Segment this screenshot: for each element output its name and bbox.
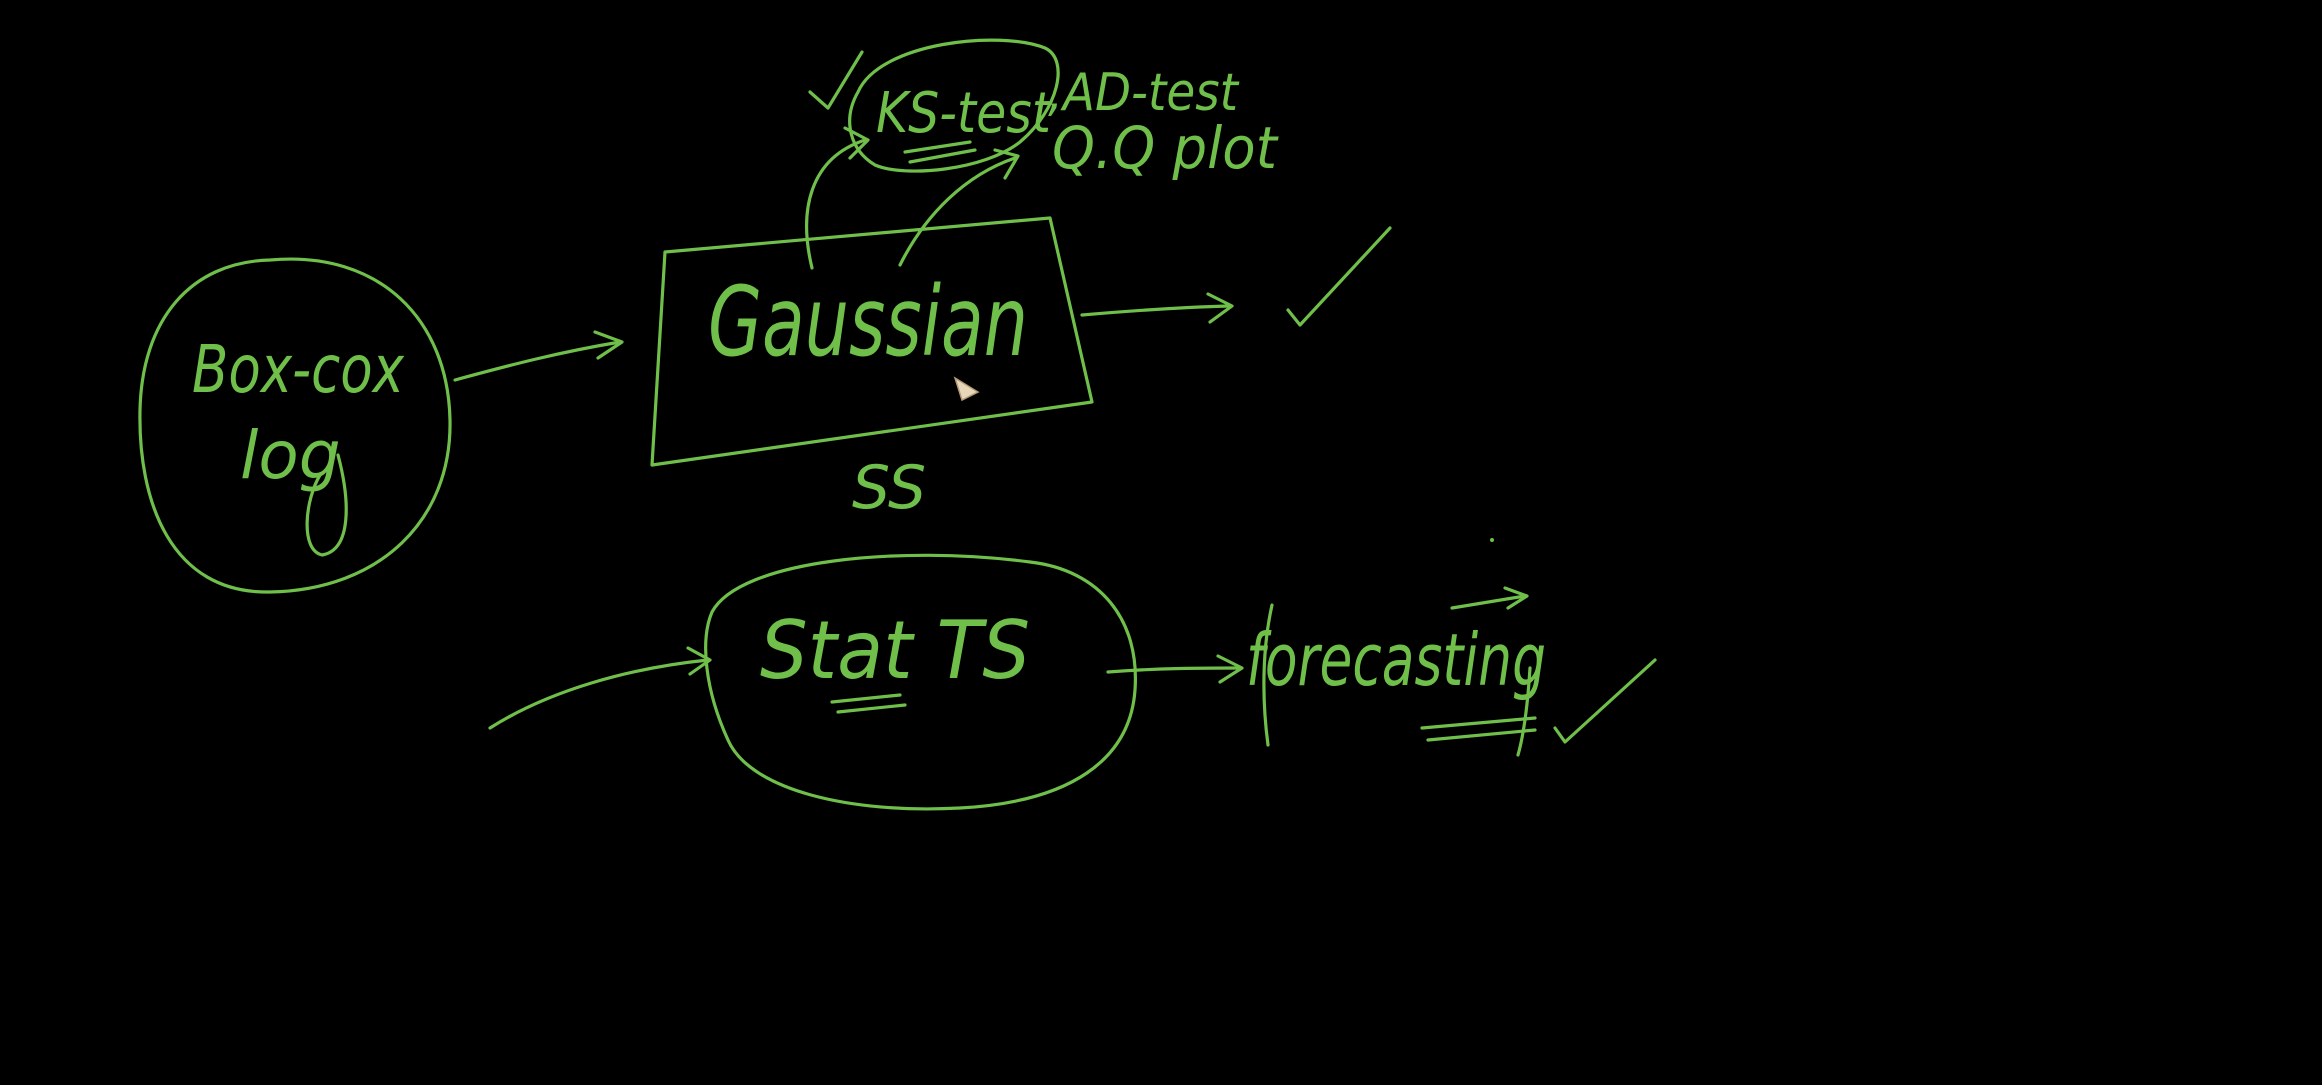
whiteboard-canvas: Box-cox log Gaussian SS KS-test ,AD-test… [0, 0, 2322, 1080]
stat-underline [836, 703, 907, 714]
qq-plot-label: Q.Q plot [1052, 114, 1279, 182]
forecasting-label: forecasting [1246, 618, 1546, 702]
arrow-gaussian-to-check [1080, 304, 1232, 317]
ks-underline [908, 148, 977, 164]
forecasting-underline [1420, 716, 1537, 730]
forecasting-overline [1450, 594, 1527, 610]
arrow-stat-to-forecasting [1106, 666, 1242, 674]
arrow-into-stat-ts [488, 658, 710, 730]
arrow-gaussian-to-ks [805, 138, 867, 270]
checkmark-icon [1286, 226, 1392, 327]
gaussian-label: Gaussian [708, 266, 1028, 378]
log-label: log [240, 417, 341, 494]
forecasting-underline [1426, 728, 1537, 742]
ink-dot [1490, 538, 1494, 542]
box-cox-label: Box-cox [192, 331, 405, 408]
pen-cursor-icon [953, 376, 980, 402]
arrow-gaussian-to-test [898, 156, 1017, 267]
arrow-boxcox-to-gaussian [453, 340, 622, 382]
checkmark-icon [1553, 658, 1657, 744]
ss-label: SS [852, 453, 926, 523]
stat-ts-label: Stat TS [760, 604, 1030, 697]
ks-test-label: KS-test [876, 81, 1053, 146]
diagram-svg: Box-cox log Gaussian SS KS-test ,AD-test… [138, 38, 1657, 811]
